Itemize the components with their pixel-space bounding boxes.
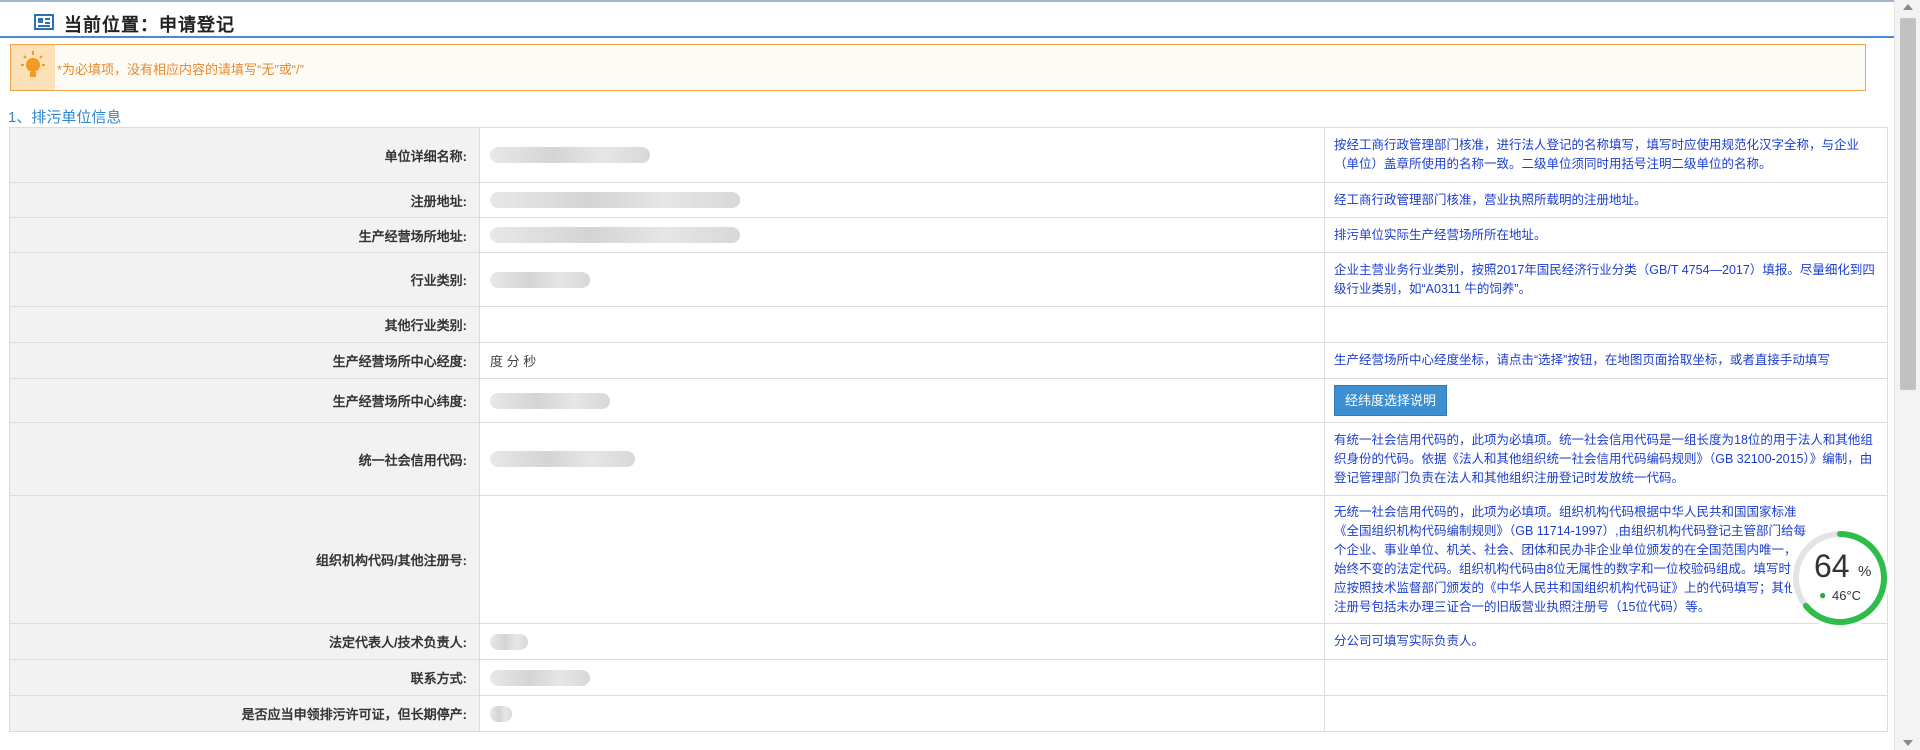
field-label: 单位详细名称: (9, 127, 480, 183)
page: 当前位置：申请登记 *为必填项，没有相应内容的请填写“无”或“/” 1、排污单位… (0, 0, 1894, 750)
unit-name-field[interactable] (479, 127, 1325, 183)
gauge-percent: 64 (1814, 548, 1850, 584)
field-label: 统一社会信用代码: (9, 422, 480, 496)
org-code-field[interactable] (479, 495, 1325, 624)
table-row: 其他行业类别: (9, 306, 1888, 343)
table-row: 生产经营场所中心经度: 度 分 秒 生产经营场所中心经度坐标，请点击“选择”按钮… (9, 342, 1888, 379)
scroll-up-arrow-icon[interactable] (1903, 4, 1913, 10)
field-label: 其他行业类别: (9, 306, 480, 343)
table-row: 联系方式: (9, 659, 1888, 696)
field-label: 组织机构代码/其他注册号: (9, 495, 480, 624)
notice-text: *为必填项，没有相应内容的请填写“无”或“/” (57, 62, 304, 77)
gauge-percent-sign: % (1858, 563, 1872, 580)
table-row: 统一社会信用代码: 有统一社会信用代码的，此项为必填项。统一社会信用代码是一组长… (9, 422, 1888, 496)
field-label: 注册地址: (9, 182, 480, 218)
scroll-down-arrow-icon[interactable] (1903, 740, 1913, 746)
page-title: 当前位置：申请登记 (64, 15, 235, 35)
cpu-usage-gauge[interactable]: 64 % ● 46°C (1790, 528, 1890, 628)
coordinate-help-button[interactable]: 经纬度选择说明 (1334, 385, 1448, 416)
section-title: 1、排污单位信息 (8, 109, 122, 126)
field-tip: 经纬度选择说明 (1324, 378, 1888, 423)
field-tip (1324, 659, 1888, 696)
credit-code-field[interactable] (479, 422, 1325, 496)
field-label: 法定代表人/技术负责人: (9, 623, 480, 660)
field-label: 生产经营场所中心经度: (9, 342, 480, 379)
table-row: 单位详细名称: 按经工商行政管理部门核准，进行法人登记的名称填写，填写时应使用规… (9, 127, 1888, 183)
field-tip: 按经工商行政管理部门核准，进行法人登记的名称填写，填写时应使用规范化汉字全称，与… (1324, 127, 1888, 183)
table-row: 生产经营场所地址: 排污单位实际生产经营场所所在地址。 (9, 217, 1888, 253)
site-address-field[interactable] (479, 217, 1325, 253)
contact-field[interactable] (479, 659, 1325, 696)
thermometer-icon: ● (1819, 588, 1827, 602)
lightbulb-icon (11, 45, 55, 90)
breadcrumb-header: 当前位置：申请登记 (0, 0, 1894, 38)
field-tip (1324, 695, 1888, 732)
longitude-field[interactable]: 度 分 秒 (479, 342, 1325, 379)
field-label: 生产经营场所地址: (9, 217, 480, 253)
field-tip: 有统一社会信用代码的，此项为必填项。统一社会信用代码是一组长度为18位的用于法人… (1324, 422, 1888, 496)
field-tip (1324, 306, 1888, 343)
gauge-temperature: 46°C (1832, 588, 1862, 603)
field-label: 联系方式: (9, 659, 480, 696)
industry-category-field[interactable] (479, 252, 1325, 307)
legal-representative-field[interactable] (479, 623, 1325, 660)
vertical-scrollbar[interactable] (1894, 0, 1920, 750)
field-label: 行业类别: (9, 252, 480, 307)
table-row: 是否应当申领排污许可证，但长期停产: (9, 695, 1888, 732)
document-list-icon (34, 14, 54, 30)
field-label: 生产经营场所中心纬度: (9, 378, 480, 423)
longitude-value: 度 分 秒 (490, 354, 537, 369)
table-row: 法定代表人/技术负责人: 分公司可填写实际负责人。 (9, 623, 1888, 660)
field-tip: 排污单位实际生产经营场所所在地址。 (1324, 217, 1888, 253)
field-tip: 经工商行政管理部门核准，营业执照所载明的注册地址。 (1324, 182, 1888, 218)
field-label: 是否应当申领排污许可证，但长期停产: (9, 695, 480, 732)
scrollbar-thumb[interactable] (1900, 18, 1916, 390)
registered-address-field[interactable] (479, 182, 1325, 218)
field-tip: 生产经营场所中心经度坐标，请点击“选择”按钮，在地图页面拾取坐标，或者直接手动填… (1324, 342, 1888, 379)
table-row: 行业类别: 企业主营业务行业类别，按照2017年国民经济行业分类（GB/T 47… (9, 252, 1888, 307)
long-term-suspension-field[interactable] (479, 695, 1325, 732)
latitude-field[interactable] (479, 378, 1325, 423)
table-row: 生产经营场所中心纬度: 经纬度选择说明 (9, 378, 1888, 423)
table-row: 注册地址: 经工商行政管理部门核准，营业执照所载明的注册地址。 (9, 182, 1888, 218)
required-notice: *为必填项，没有相应内容的请填写“无”或“/” (10, 44, 1866, 91)
other-industry-field[interactable] (479, 306, 1325, 343)
field-tip: 分公司可填写实际负责人。 (1324, 623, 1888, 660)
unit-info-table: 单位详细名称: 按经工商行政管理部门核准，进行法人登记的名称填写，填写时应使用规… (9, 127, 1888, 732)
field-tip: 企业主营业务行业类别，按照2017年国民经济行业分类（GB/T 4754—201… (1324, 252, 1888, 307)
table-row: 组织机构代码/其他注册号: 无统一社会信用代码的，此项为必填项。组织机构代码根据… (9, 495, 1888, 624)
